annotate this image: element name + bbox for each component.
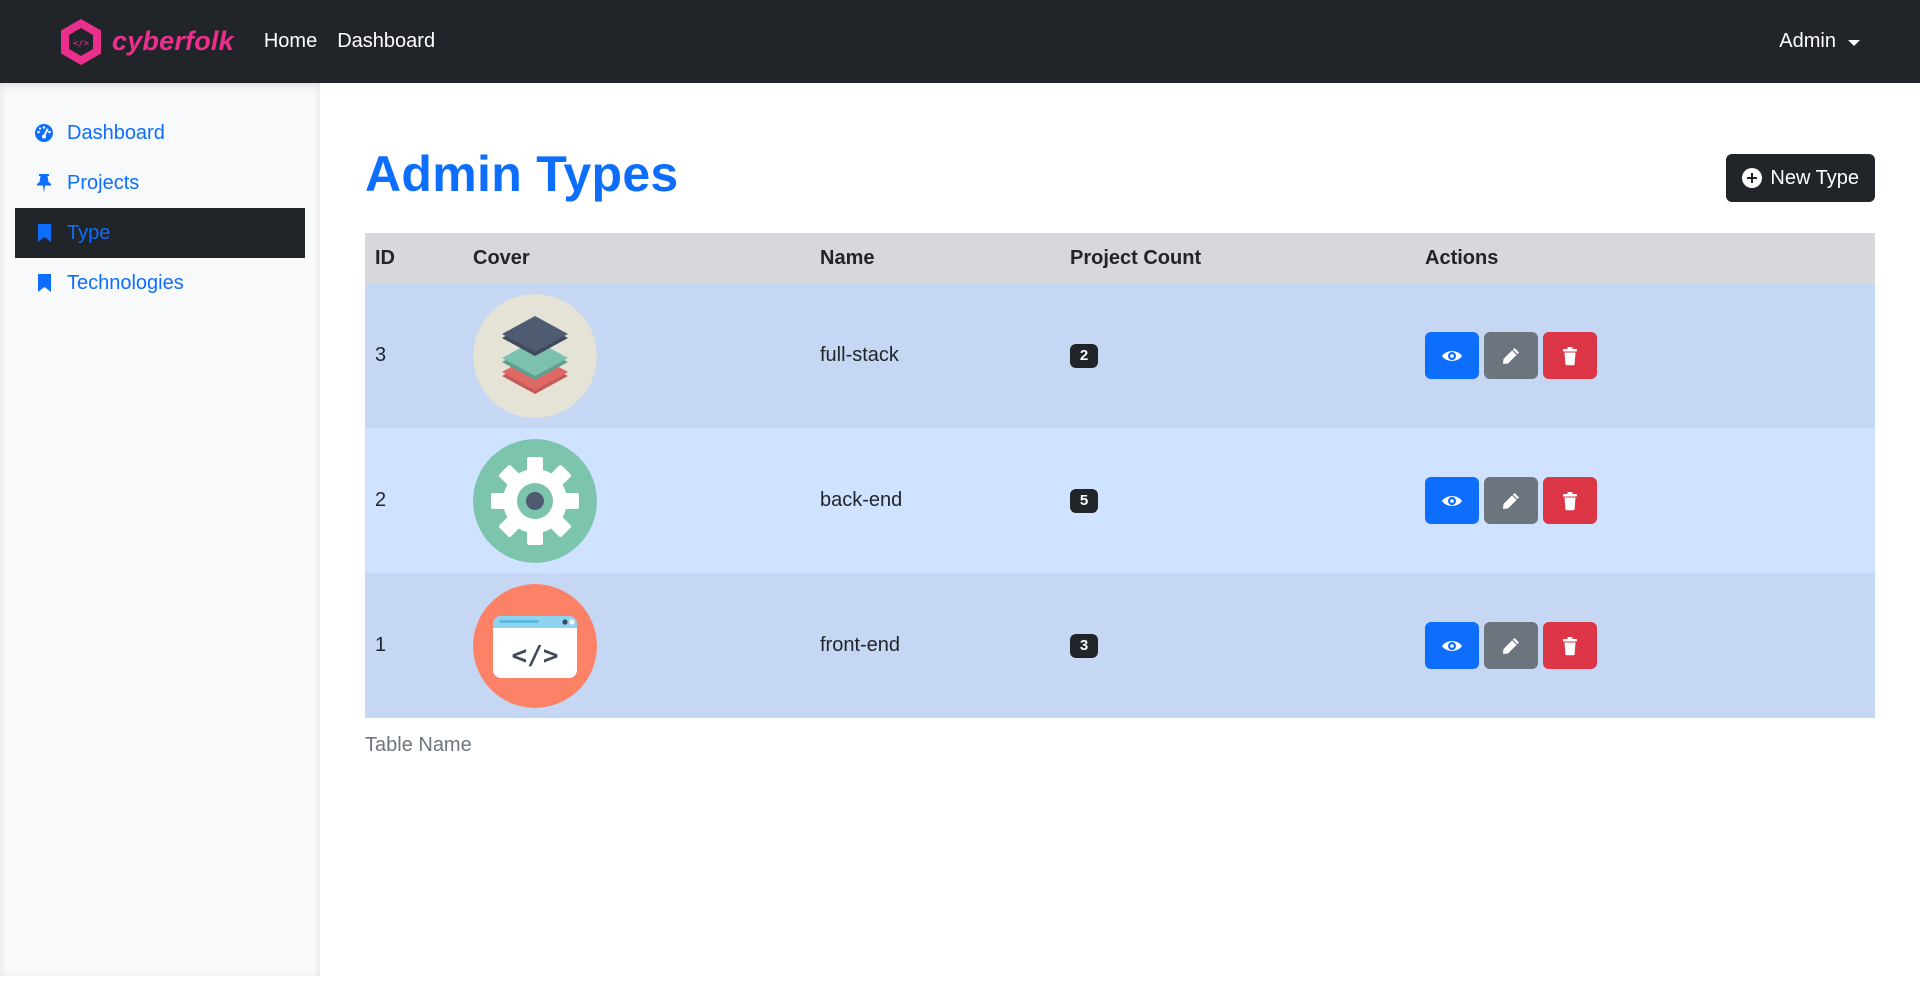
cell-actions — [1415, 428, 1875, 573]
cell-name: full-stack — [820, 344, 899, 366]
cell-cover — [463, 283, 810, 428]
project-count-badge: 3 — [1070, 634, 1098, 658]
row-actions — [1425, 477, 1865, 524]
cell-id: 1 — [375, 634, 387, 656]
eye-icon — [1442, 350, 1462, 361]
cell-cover: </> — [463, 573, 810, 718]
code-window-icon: </> — [473, 583, 597, 708]
brand-logo[interactable]: </> cyberfolk — [58, 17, 234, 67]
trash-icon — [1563, 636, 1577, 655]
trash-icon — [1563, 491, 1577, 510]
table-body: 3 full-stack 2 2 back-end 5 1 </> front-… — [365, 283, 1875, 718]
sidebar-item-label: Dashboard — [67, 121, 165, 144]
new-type-label: New Type — [1770, 166, 1859, 189]
table-row: 1 </> front-end 3 — [365, 573, 1875, 718]
new-type-button[interactable]: New Type — [1726, 154, 1875, 202]
column-header-cover: Cover — [473, 246, 530, 269]
main-nav: Home Dashboard — [264, 30, 435, 53]
cell-cover — [463, 428, 810, 573]
types-table: ID Cover Name Project Count Actions 3 fu… — [365, 233, 1875, 718]
svg-text:</>: </> — [512, 641, 559, 671]
cell-project-count: 2 — [1060, 283, 1415, 428]
delete-button[interactable] — [1543, 477, 1597, 524]
edit-button[interactable] — [1484, 477, 1538, 524]
eye-icon — [1442, 495, 1462, 506]
gauge-icon — [33, 122, 55, 144]
gear-icon — [473, 438, 597, 563]
pencil-icon — [1503, 637, 1519, 654]
layers-icon — [473, 293, 597, 418]
view-button[interactable] — [1425, 332, 1479, 379]
pencil-icon — [1503, 347, 1519, 364]
logo-hexagon-icon: </> — [61, 18, 101, 65]
page-title: Admin Types — [365, 146, 679, 202]
sidebar: Dashboard Projects Type Technologies — [0, 83, 320, 976]
main-content: Admin Types New Type ID Cover Name Proje… — [365, 83, 1875, 757]
table-row: 3 full-stack 2 — [365, 283, 1875, 428]
cell-project-count: 3 — [1060, 573, 1415, 718]
admin-user-menu[interactable]: Admin — [1779, 30, 1860, 53]
cell-name: back-end — [820, 489, 903, 511]
pin-icon — [33, 172, 55, 194]
pencil-icon — [1503, 492, 1519, 509]
plus-circle-icon — [1742, 168, 1763, 188]
sidebar-item-projects[interactable]: Projects — [15, 158, 305, 208]
column-header-name: Name — [820, 246, 875, 269]
sidebar-item-label: Technologies — [67, 271, 184, 294]
edit-button[interactable] — [1484, 622, 1538, 669]
row-actions — [1425, 622, 1865, 669]
project-count-badge: 2 — [1070, 344, 1098, 368]
page-header: Admin Types New Type — [365, 83, 1875, 233]
column-header-project-count: Project Count — [1070, 246, 1202, 269]
nav-dashboard-link[interactable]: Dashboard — [337, 30, 435, 53]
bookmark-icon — [33, 272, 55, 294]
sidebar-item-dashboard[interactable]: Dashboard — [15, 108, 305, 158]
eye-icon — [1442, 640, 1462, 651]
delete-button[interactable] — [1543, 332, 1597, 379]
delete-button[interactable] — [1543, 622, 1597, 669]
nav-home-link[interactable]: Home — [264, 30, 317, 53]
sidebar-item-type[interactable]: Type — [15, 208, 305, 258]
table-header: ID Cover Name Project Count Actions — [365, 233, 1875, 283]
view-button[interactable] — [1425, 622, 1479, 669]
column-header-id: ID — [375, 246, 395, 269]
admin-user-label: Admin — [1779, 30, 1836, 52]
sidebar-item-technologies[interactable]: Technologies — [15, 258, 305, 308]
caret-down-icon — [1848, 39, 1860, 46]
column-header-actions: Actions — [1425, 246, 1499, 269]
bookmark-icon — [33, 222, 55, 244]
svg-text:</>: </> — [73, 39, 90, 49]
cell-id: 3 — [375, 344, 387, 366]
project-count-badge: 5 — [1070, 489, 1098, 513]
sidebar-item-label: Type — [67, 221, 111, 244]
cell-actions — [1415, 283, 1875, 428]
edit-button[interactable] — [1484, 332, 1538, 379]
cell-id: 2 — [375, 489, 387, 511]
cell-project-count: 5 — [1060, 428, 1415, 573]
table-row: 2 back-end 5 — [365, 428, 1875, 573]
view-button[interactable] — [1425, 477, 1479, 524]
trash-icon — [1563, 346, 1577, 365]
brand-name: cyberfolk — [112, 26, 234, 56]
top-navbar: </> cyberfolk Home Dashboard Admin — [0, 0, 1920, 83]
cell-actions — [1415, 573, 1875, 718]
cell-name: front-end — [820, 634, 901, 656]
sidebar-item-label: Projects — [67, 171, 140, 194]
row-actions — [1425, 332, 1865, 379]
table-caption: Table Name — [365, 734, 472, 756]
